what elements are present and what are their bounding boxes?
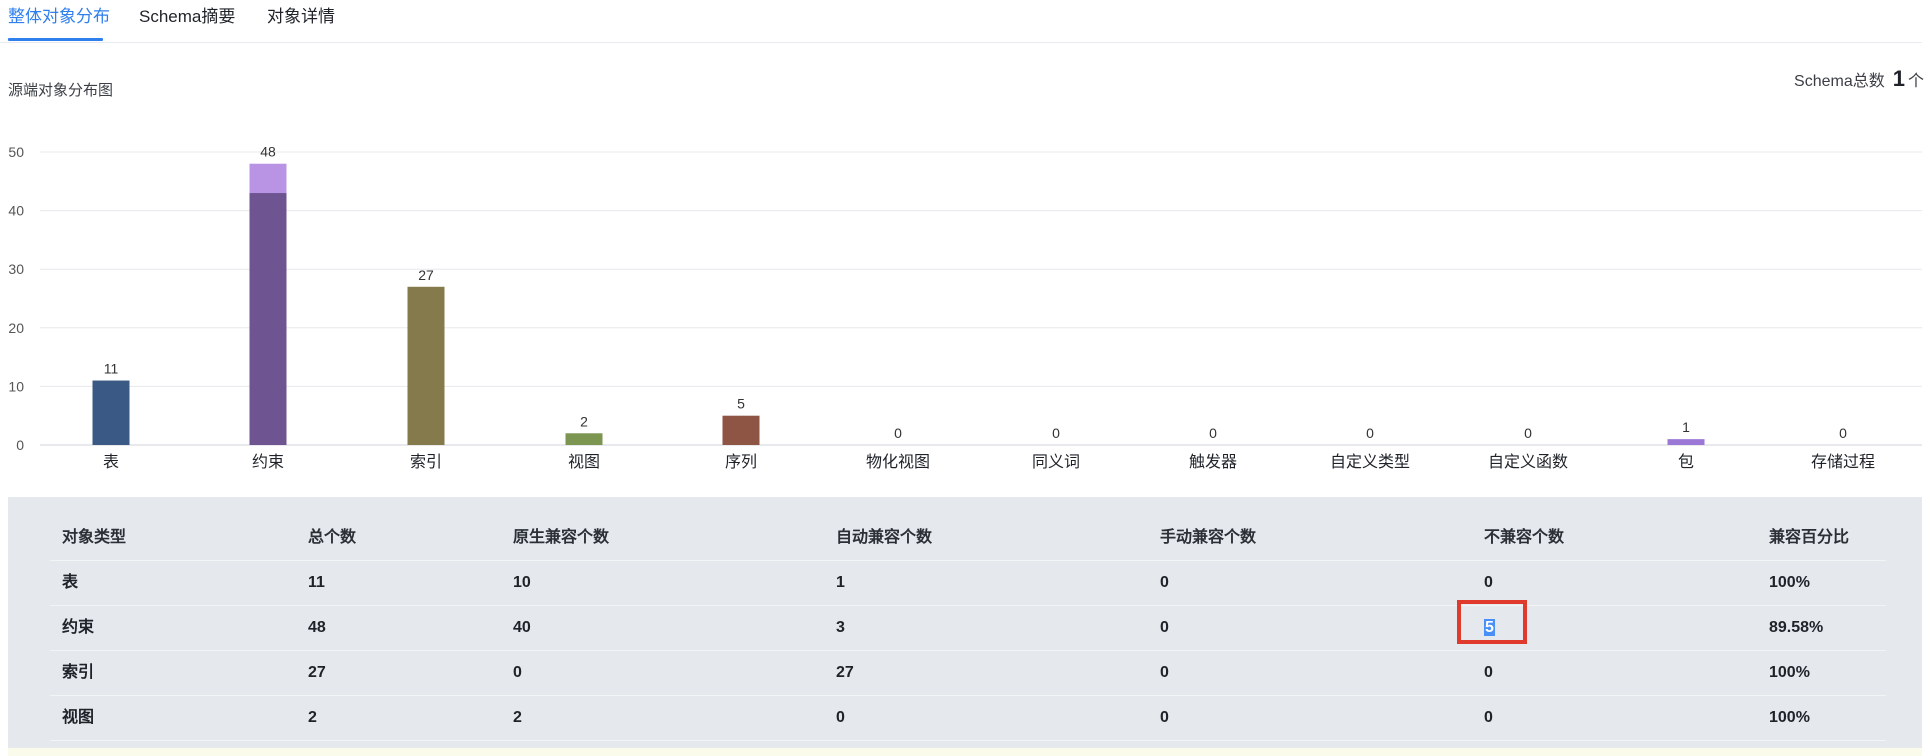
bar-segment <box>92 380 130 445</box>
x-tick-label: 视图 <box>568 452 600 471</box>
bar-segment <box>1667 439 1705 445</box>
y-tick-label: 0 <box>16 437 24 453</box>
highlight-box <box>1457 600 1527 644</box>
x-tick-label: 触发器 <box>1189 452 1237 471</box>
column-header: 对象类型 <box>62 529 127 546</box>
bar-segment <box>407 286 445 445</box>
x-tick-label: 同义词 <box>1032 452 1080 471</box>
table-cell: 100% <box>1769 709 1810 726</box>
column-header: 总个数 <box>308 529 357 546</box>
table-header-row: 对象类型 总个数 原生兼容个数 自动兼容个数 手动兼容个数 不兼容个数 兼容百分比 <box>50 515 1886 561</box>
y-tick-label: 50 <box>8 144 24 160</box>
bar-value-label: 1 <box>1682 419 1690 435</box>
bar-value-label: 0 <box>1209 425 1217 441</box>
table-cell: 89.58% <box>1769 619 1824 636</box>
table-cell: 0 <box>1484 709 1493 726</box>
column-header: 兼容百分比 <box>1769 529 1850 546</box>
y-tick-label: 20 <box>8 320 24 336</box>
x-tick-label: 自定义函数 <box>1488 452 1568 471</box>
table-row: 索引 27 0 27 0 0 100% <box>50 650 1886 696</box>
table-cell: 0 <box>1160 664 1169 681</box>
table-cell: 0 <box>1484 664 1493 681</box>
bar-segment <box>249 193 287 445</box>
y-tick-label: 40 <box>8 203 24 219</box>
bar-value-label: 0 <box>1839 425 1847 441</box>
table-cell: 11 <box>308 574 325 591</box>
bar-value-label: 0 <box>1366 425 1374 441</box>
bar-segment <box>565 433 603 445</box>
bar-segment <box>722 415 760 445</box>
bar-value-label: 48 <box>260 144 276 160</box>
x-tick-label: 索引 <box>410 452 442 471</box>
table-cell: 2 <box>308 709 317 726</box>
table-cell: 3 <box>836 619 845 636</box>
bar-value-label: 0 <box>894 425 902 441</box>
y-tick-label: 30 <box>8 261 24 277</box>
bar-value-label: 2 <box>580 413 588 429</box>
bar-segment <box>249 163 287 194</box>
column-header: 原生兼容个数 <box>513 529 610 546</box>
bar-value-label: 11 <box>104 361 119 377</box>
table-cell: 0 <box>1484 574 1493 591</box>
column-header: 手动兼容个数 <box>1160 529 1257 546</box>
table-cell: 100% <box>1769 664 1810 681</box>
table-cell: 2 <box>513 709 522 726</box>
table-cell: 约束 <box>62 619 95 636</box>
table-cell: 0 <box>1160 574 1169 591</box>
table-cell: 表 <box>62 574 79 591</box>
table-cell: 0 <box>1160 709 1169 726</box>
column-header: 不兼容个数 <box>1484 529 1565 546</box>
table-cell: 40 <box>513 619 531 636</box>
table-cell: 1 <box>836 574 845 591</box>
table-cell: 0 <box>836 709 845 726</box>
table-row: 表 11 10 1 0 0 100% <box>50 560 1886 606</box>
column-header: 自动兼容个数 <box>836 529 933 546</box>
table-bottom-strip <box>8 748 1922 756</box>
x-tick-label: 包 <box>1678 452 1694 471</box>
x-tick-label: 约束 <box>252 452 284 471</box>
bar-value-label: 0 <box>1052 425 1060 441</box>
x-tick-label: 表 <box>103 452 119 471</box>
table-cell: 视图 <box>62 709 95 726</box>
x-tick-label: 自定义类型 <box>1330 452 1410 471</box>
table-cell: 0 <box>1160 619 1169 636</box>
table-cell: 0 <box>513 664 522 681</box>
table-cell: 48 <box>308 619 326 636</box>
bar-value-label: 0 <box>1524 425 1532 441</box>
table-row: 约束 48 40 3 0 5 89.58% <box>50 605 1886 651</box>
bar-value-label: 5 <box>737 396 745 412</box>
table-cell: 100% <box>1769 574 1810 591</box>
table-row: 视图 2 2 0 0 0 100% <box>50 695 1886 741</box>
x-tick-label: 物化视图 <box>866 452 930 471</box>
object-distribution-chart: 0102030405011表48约束27索引2视图5序列0物化视图0同义词0触发… <box>8 144 1922 471</box>
table-cell: 10 <box>513 574 531 591</box>
x-tick-label: 序列 <box>725 452 757 471</box>
x-tick-label: 存储过程 <box>1811 452 1875 471</box>
table-cell: 27 <box>308 664 326 681</box>
table-cell: 索引 <box>62 664 95 681</box>
table-cell: 27 <box>836 664 854 681</box>
y-tick-label: 10 <box>8 378 24 394</box>
bar-value-label: 27 <box>418 267 434 283</box>
